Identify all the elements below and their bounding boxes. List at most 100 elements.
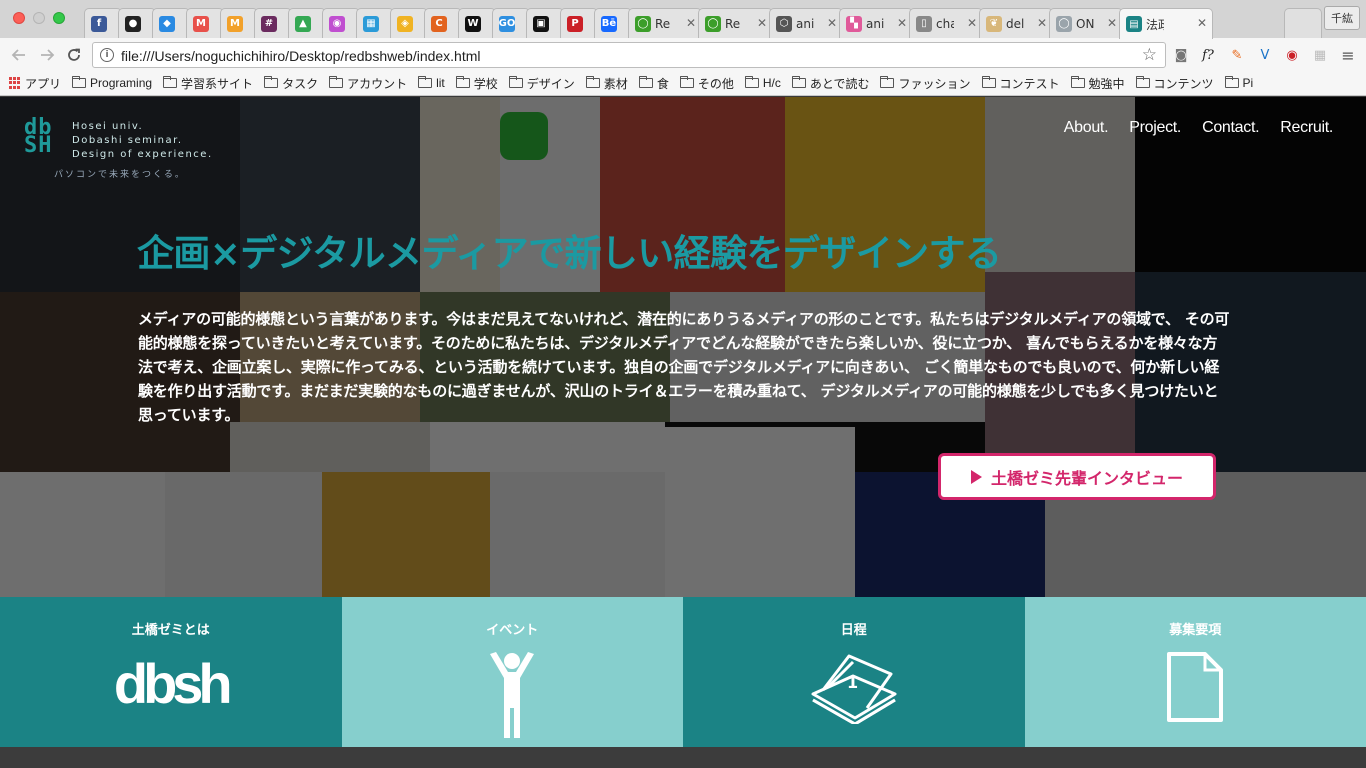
nav-recruit[interactable]: Recruit. <box>1280 119 1333 137</box>
logo-line: Hosei univ. <box>72 121 144 132</box>
browser-tab[interactable]: W <box>458 8 496 38</box>
bookmark-apps[interactable]: アプリ <box>9 75 61 92</box>
tab-close-icon[interactable]: ✕ <box>897 16 907 30</box>
bookmark-star-icon[interactable]: ☆ <box>1142 45 1157 65</box>
browser-tab[interactable]: ◆ <box>152 8 190 38</box>
bookmark-label: 素材 <box>603 76 628 91</box>
browser-tab[interactable]: P <box>560 8 598 38</box>
back-button[interactable] <box>8 44 30 66</box>
bookmark-folder[interactable]: ファッション <box>880 75 971 92</box>
browser-tab[interactable]: M <box>220 8 258 38</box>
feather-icon: ❦ <box>986 15 1002 32</box>
drive-icon: ▲ <box>295 15 311 32</box>
browser-tab[interactable]: ▲ <box>288 8 326 38</box>
person-icon <box>484 652 540 744</box>
folder-icon <box>679 76 694 88</box>
browser-tab[interactable]: ▚ ani ✕ <box>839 8 913 38</box>
bookmark-folder[interactable]: 素材 <box>585 75 628 92</box>
browser-tab[interactable]: ◉ <box>322 8 360 38</box>
browser-tab[interactable]: ⬡ ani ✕ <box>769 8 843 38</box>
bookmark-folder[interactable]: 食 <box>638 75 669 92</box>
bookmark-label: lit <box>436 76 445 90</box>
bookmark-label: あとで読む <box>809 76 870 91</box>
eyedropper-extension-icon[interactable]: ✎ <box>1228 46 1246 64</box>
ring-icon: ◯ <box>1056 15 1072 32</box>
bookmark-folder[interactable]: タスク <box>264 75 318 92</box>
bookmarks-bar: アプリ Programing 学習系サイト タスク アカウント lit 学校 デザイン 素材 食 そ… <box>0 71 1366 96</box>
bookmark-folder[interactable]: 学習系サイト <box>163 75 253 92</box>
tab-close-icon[interactable]: ✕ <box>1197 16 1207 30</box>
nav-about[interactable]: About. <box>1064 119 1109 137</box>
new-tab-button[interactable] <box>1284 8 1322 38</box>
tab-close-icon[interactable]: ✕ <box>827 16 837 30</box>
folder-icon <box>1070 76 1085 88</box>
badge-icon: ◈ <box>397 15 413 32</box>
browser-tab-bar: f ● ◆ M M # ▲ ◉ ▦ ◈ C W GO ▣ P Bē ◯ Re ✕ ◯ Re ✕ ⬡ ani ✕ ▚ ani ✕ ▯ cha… <box>0 0 1366 39</box>
bookmark-folder[interactable]: デザイン <box>508 75 575 92</box>
browser-tab[interactable]: # <box>254 8 292 38</box>
tab-close-icon[interactable]: ✕ <box>757 16 767 30</box>
browser-tab[interactable]: ▯ cha ✕ <box>909 8 983 38</box>
bookmark-folder[interactable]: H/c <box>744 76 781 90</box>
browser-tab[interactable]: ❦ del ✕ <box>979 8 1053 38</box>
tab-close-icon[interactable]: ✕ <box>686 16 696 30</box>
address-url[interactable]: file:///Users/noguchichihiro/Desktop/red… <box>121 48 481 64</box>
tab-close-icon[interactable]: ✕ <box>1107 16 1117 30</box>
browser-tab[interactable]: ▦ <box>356 8 394 38</box>
bookmark-folder[interactable]: コンテンツ <box>1135 75 1214 92</box>
feature-about-seminar[interactable]: 土橋ゼミとは dbsh <box>0 597 342 747</box>
browser-tab[interactable]: C <box>424 8 462 38</box>
nav-contact[interactable]: Contact. <box>1202 119 1259 137</box>
feature-recruitment[interactable]: 募集要項 <box>1024 597 1366 747</box>
pinterest-extension-icon[interactable]: ◉ <box>1283 46 1301 64</box>
browser-tab[interactable]: ◈ <box>390 8 428 38</box>
camera-extension-icon[interactable]: ◙ <box>1172 46 1190 64</box>
browser-tab[interactable]: Bē <box>594 8 632 38</box>
browser-tab[interactable]: GO <box>492 8 530 38</box>
feature-title: 土橋ゼミとは <box>131 623 210 638</box>
feature-events[interactable]: イベント <box>341 597 683 747</box>
browser-tab[interactable]: ◯ ON ✕ <box>1049 8 1123 38</box>
bookmark-folder[interactable]: アカウント <box>329 75 407 92</box>
menu-icon[interactable]: ≡ <box>1339 46 1357 65</box>
bookmark-folder[interactable]: Programing <box>72 76 152 90</box>
reload-button[interactable] <box>63 44 85 66</box>
minimize-window-button[interactable] <box>33 12 45 24</box>
browser-tab[interactable]: M <box>186 8 224 38</box>
forward-button[interactable] <box>36 44 58 66</box>
profile-button[interactable]: 千紘 <box>1324 6 1360 30</box>
bookmark-folder[interactable]: その他 <box>679 75 734 92</box>
address-bar[interactable]: i file:///Users/noguchichihiro/Desktop/r… <box>92 42 1166 68</box>
grid-extension-icon[interactable]: ▦ <box>1311 46 1329 64</box>
colorful-icon: ▚ <box>846 15 862 32</box>
tab-close-icon[interactable]: ✕ <box>1037 16 1047 30</box>
dbsh-icon: ▤ <box>1126 16 1142 32</box>
bookmark-folder[interactable]: コンテスト <box>981 75 1060 92</box>
bookmark-folder[interactable]: Pi <box>1224 76 1253 90</box>
nav-project[interactable]: Project. <box>1129 119 1181 137</box>
logo-mark-line: SH <box>24 133 53 158</box>
feature-schedule[interactable]: 日程 1 <box>683 597 1025 747</box>
grid-icon: ▦ <box>363 15 379 32</box>
tab-close-icon[interactable]: ✕ <box>967 16 977 30</box>
zoom-window-button[interactable] <box>53 12 65 24</box>
interview-button[interactable]: 土橋ゼミ先輩インタビュー <box>938 453 1216 500</box>
bookmark-folder[interactable]: 学校 <box>455 75 498 92</box>
bookmark-folder[interactable]: あとで読む <box>791 75 870 92</box>
bookmark-label: アプリ <box>25 76 62 91</box>
browser-tab[interactable]: f <box>84 8 122 38</box>
bookmark-folder[interactable]: lit <box>418 76 445 90</box>
folder-icon <box>508 76 523 88</box>
browser-tab[interactable]: ● <box>118 8 156 38</box>
font-extension-icon[interactable]: f? <box>1199 46 1217 64</box>
browser-tab[interactable]: ▣ <box>526 8 564 38</box>
bookmark-folder[interactable]: 勉強中 <box>1070 75 1125 92</box>
browser-tab[interactable]: ▤ 法政 ✕ <box>1119 8 1213 39</box>
hex-icon: ⬡ <box>776 15 792 32</box>
v-extension-icon[interactable]: V <box>1256 46 1274 64</box>
browser-tab[interactable]: ◯ Re ✕ <box>628 8 702 38</box>
browser-tab[interactable]: ◯ Re ✕ <box>698 8 773 38</box>
page-info-icon[interactable]: i <box>100 48 114 62</box>
folder-icon <box>329 76 344 88</box>
close-window-button[interactable] <box>13 12 25 24</box>
